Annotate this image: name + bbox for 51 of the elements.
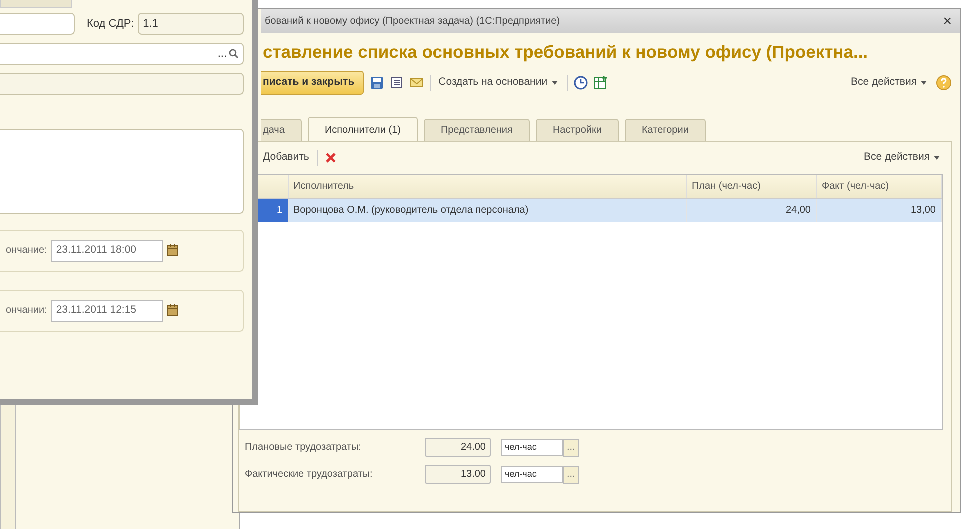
- unit-field[interactable]: чел-час: [501, 466, 563, 484]
- calendar-icon[interactable]: [167, 304, 180, 318]
- caret-icon: [933, 154, 941, 162]
- table-cell: 24,00: [686, 198, 816, 222]
- caret-icon: [920, 79, 928, 88]
- field-label: Фактические трудозатраты:: [245, 468, 374, 482]
- delete-icon[interactable]: [324, 151, 338, 165]
- column-header: Исполнитель: [288, 175, 686, 198]
- date-field[interactable]: 23.11.2011 18:00: [51, 240, 164, 262]
- number-field[interactable]: 24.00: [425, 438, 491, 457]
- field-label: Код СДР:: [87, 16, 134, 32]
- save-icon[interactable]: [370, 76, 384, 90]
- help-icon[interactable]: [936, 75, 952, 92]
- lookup-field[interactable]: ...: [0, 43, 244, 65]
- search-icon[interactable]: [229, 49, 239, 59]
- field-label: ончание:: [6, 244, 48, 258]
- form-heading: ставление списка основных требований к новому офису (Проектна...: [262, 41, 870, 64]
- input-field[interactable]: [0, 13, 75, 35]
- tab[interactable]: дача: [261, 119, 302, 141]
- tab[interactable]: Исполнители (1): [308, 117, 418, 141]
- table-icon[interactable]: [594, 76, 608, 90]
- table-cell: Воронцова О.М. (руководитель отдела персонала): [288, 198, 686, 222]
- window-title: бований к новому офису (Проектная задача) (1С:Предприятие): [265, 14, 560, 28]
- all-actions-button[interactable]: Все действия: [862, 150, 943, 166]
- table-row[interactable]: 1 Воронцова О.М. (руководитель отдела персонала) 24,00 13,00: [240, 198, 942, 222]
- table-cell: 13,00: [816, 198, 942, 222]
- close-button[interactable]: ×: [941, 14, 954, 28]
- envelope-icon[interactable]: [410, 76, 424, 90]
- column-header: Факт (чел-час): [816, 175, 942, 198]
- all-actions-button[interactable]: Все действия: [848, 75, 930, 91]
- save-close-button[interactable]: писать и закрыть: [261, 71, 364, 95]
- tab[interactable]: Представления: [424, 119, 530, 141]
- add-button[interactable]: Добавить: [261, 150, 312, 166]
- select-button[interactable]: ...: [563, 438, 580, 456]
- clock-icon[interactable]: [574, 76, 588, 90]
- calendar-icon[interactable]: [167, 244, 180, 258]
- unit-field[interactable]: чел-час: [501, 438, 563, 456]
- create-based-button[interactable]: Создать на основании: [436, 75, 561, 91]
- tab[interactable]: Категории: [624, 119, 706, 141]
- tab[interactable]: Настройки: [536, 119, 619, 141]
- date-field[interactable]: 23.11.2011 12:15: [51, 300, 164, 322]
- input-field[interactable]: [0, 73, 244, 95]
- field-label: Плановые трудозатраты:: [245, 441, 362, 455]
- column-header: План (чел-час): [686, 175, 816, 198]
- caret-icon: [550, 79, 559, 88]
- number-field[interactable]: 13.00: [425, 465, 491, 484]
- select-button[interactable]: ...: [563, 466, 580, 484]
- field-label: ончании:: [6, 304, 48, 318]
- list-icon[interactable]: [390, 76, 404, 90]
- select-button[interactable]: ...: [218, 46, 227, 62]
- input-field[interactable]: 1.1: [138, 13, 244, 35]
